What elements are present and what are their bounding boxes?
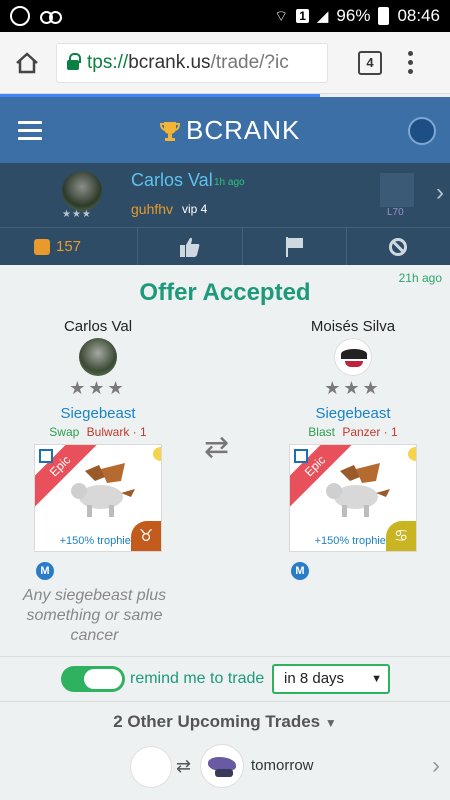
- battery-percent: 96%: [336, 6, 371, 25]
- brand-name: BCRANK: [186, 115, 301, 145]
- profile-name[interactable]: Carlos Val: [131, 170, 213, 191]
- caret-down-icon: ▼: [324, 716, 337, 730]
- monster-tags: Swap Bulwark · 1: [18, 425, 178, 439]
- globe-icon[interactable]: [408, 117, 436, 145]
- clock: 08:46: [397, 6, 440, 25]
- trader-name[interactable]: Carlos Val: [18, 318, 178, 338]
- monster-tag-primary: Swap: [49, 425, 80, 439]
- like-button[interactable]: [138, 228, 243, 265]
- taurus-icon: ♉: [131, 521, 161, 551]
- avatar: [62, 171, 102, 211]
- app-header: BCRANK: [0, 97, 450, 163]
- report-button[interactable]: [243, 228, 347, 265]
- monster-avatar: [200, 744, 244, 788]
- rank-stars: ★★★: [62, 209, 92, 220]
- chevron-right-icon[interactable]: ›: [432, 752, 440, 780]
- rank-stars: ★★★: [69, 378, 127, 398]
- battery-icon: [378, 7, 390, 25]
- brand-logo[interactable]: BCRANK: [160, 115, 300, 146]
- upcoming-trade-when: tomorrow: [251, 757, 314, 774]
- profile-guild: guhfhv: [131, 201, 174, 217]
- monster-tags: Blast Panzer · 1: [273, 425, 433, 439]
- url-bar[interactable]: tps://bcrank.us/trade/?ic: [56, 42, 328, 83]
- siegebeast-icon: [71, 463, 135, 517]
- signal-icon: ◢: [316, 8, 329, 25]
- caret-down-icon: ▼: [371, 673, 382, 685]
- gold-icon: [408, 447, 416, 461]
- sim-indicator: 1: [296, 9, 309, 23]
- reminder-toggle[interactable]: [61, 666, 125, 692]
- overflow-menu-icon[interactable]: [408, 51, 413, 74]
- browser-toolbar: tps://bcrank.us/trade/?ic 4: [0, 32, 450, 94]
- url-domain: bcrank.us: [128, 51, 211, 73]
- monster-tag-secondary: Bulwark · 1: [86, 425, 147, 439]
- monster-card[interactable]: Epic +150% trophies ♉: [34, 444, 162, 552]
- mythic-badge: M: [36, 562, 54, 580]
- upcoming-trades-toggle[interactable]: 2 Other Upcoming Trades ▼: [0, 712, 450, 732]
- trader-name[interactable]: Moisés Silva: [273, 318, 433, 338]
- trader-profile-bar[interactable]: ★★★ Carlos Val 1h ago guhfhv vip 4 L70 ›: [0, 163, 450, 227]
- upcoming-trade-item[interactable]: ⇄ tomorrow ›: [0, 742, 450, 800]
- thumbs-up-icon: [34, 238, 50, 255]
- profile-level-badge: [380, 173, 414, 207]
- swap-arrows-icon: ⇄: [176, 756, 192, 776]
- mythic-badge: M: [291, 562, 309, 580]
- chevron-right-icon[interactable]: ›: [436, 179, 444, 207]
- likes-count: 157: [56, 238, 82, 255]
- block-button[interactable]: [347, 228, 450, 265]
- monster-tag-primary: Blast: [308, 425, 335, 439]
- gold-icon: [153, 447, 161, 461]
- monster-card[interactable]: Epic +150% trophies ♋: [289, 444, 417, 552]
- profile-vip: vip 4: [182, 202, 208, 216]
- ban-icon: [389, 237, 408, 256]
- likes-count-button[interactable]: 157: [0, 228, 139, 265]
- empty-monster-slot: [130, 746, 172, 788]
- reminder-label[interactable]: remind me to trade: [130, 670, 264, 688]
- offer-status-title: Offer Accepted: [139, 279, 311, 306]
- trophy-icon: [160, 121, 180, 141]
- offer-right-side: Moisés Silva ★★★ Siegebeast Blast Panzer…: [273, 318, 433, 552]
- upcoming-trades-heading: 2 Other Upcoming Trades: [113, 712, 321, 731]
- home-icon[interactable]: [12, 48, 42, 78]
- reminder-interval-value: in 8 days: [284, 670, 345, 687]
- tab-switcher-button[interactable]: 4: [358, 50, 382, 75]
- monster-name[interactable]: Siegebeast: [18, 405, 178, 422]
- whatsapp-icon: [10, 6, 30, 26]
- voicemail-icon: [40, 11, 62, 24]
- cancer-icon: ♋: [386, 521, 416, 551]
- status-bar: ⌔ 1 ◢ 96% 08:46: [0, 0, 450, 32]
- lock-icon: [67, 52, 81, 70]
- url-path: /trade/?ic: [210, 51, 289, 73]
- menu-icon[interactable]: [18, 120, 42, 140]
- offer-left-side: Carlos Val ★★★ Siegebeast Swap Bulwark ·…: [18, 318, 178, 552]
- avatar[interactable]: [334, 338, 372, 376]
- category-icon: [294, 449, 308, 463]
- rank-stars: ★★★: [324, 378, 382, 398]
- category-icon: [39, 449, 53, 463]
- flag-icon: [284, 236, 304, 257]
- avatar[interactable]: [79, 338, 117, 376]
- swap-arrows-icon: ⇄: [204, 431, 230, 464]
- trade-wish-text: Any siegebeast plus something or same ca…: [22, 587, 167, 644]
- action-bar: 157: [0, 227, 450, 265]
- monster-tag-secondary: Panzer · 1: [342, 425, 398, 439]
- thumbs-up-icon: [179, 237, 200, 257]
- reminder-row: remind me to trade in 8 days ▼: [0, 656, 450, 702]
- monster-name[interactable]: Siegebeast: [273, 405, 433, 422]
- profile-level: L70: [387, 207, 404, 218]
- profile-time-ago: 1h ago: [214, 177, 245, 188]
- wifi-icon: ⌔: [274, 7, 289, 25]
- url-scheme: tps://: [87, 51, 129, 73]
- reminder-interval-select[interactable]: in 8 days ▼: [272, 664, 390, 694]
- siegebeast-icon: [326, 463, 390, 517]
